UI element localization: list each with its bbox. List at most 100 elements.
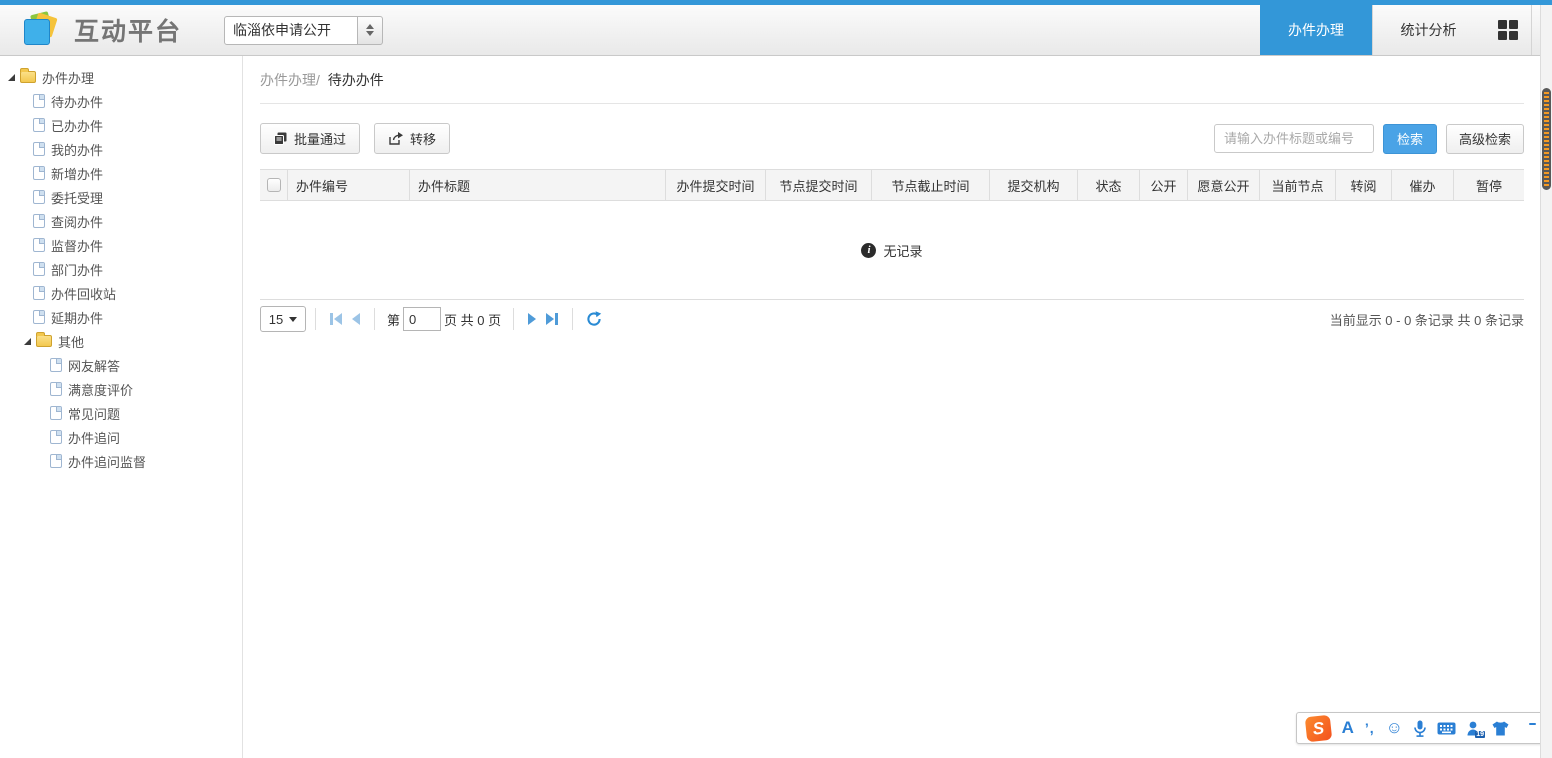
- column-header[interactable]: 转阅: [1336, 170, 1392, 200]
- keyboard-icon[interactable]: [1437, 722, 1456, 735]
- sidebar-tree: 办件办理待办办件已办办件我的办件新增办件委托受理查阅办件监督办件部门办件办件回收…: [0, 65, 242, 473]
- sidebar-item-label: 部门办件: [51, 260, 103, 279]
- column-header[interactable]: 愿意公开: [1188, 170, 1260, 200]
- column-header[interactable]: 当前节点: [1260, 170, 1336, 200]
- sidebar-item-label: 延期办件: [51, 308, 103, 327]
- tab-case-handling[interactable]: 办件办理: [1260, 5, 1372, 55]
- column-header[interactable]: 节点截止时间: [872, 170, 990, 200]
- sidebar-item[interactable]: 我的办件: [0, 137, 242, 161]
- advanced-search-button[interactable]: 高级检索: [1446, 124, 1524, 154]
- column-header[interactable]: 办件提交时间: [666, 170, 766, 200]
- column-header[interactable]: 节点提交时间: [766, 170, 872, 200]
- page-scrollbar[interactable]: [1540, 5, 1552, 758]
- document-icon: [33, 238, 45, 252]
- apps-grid-button[interactable]: [1484, 5, 1532, 55]
- sidebar-item[interactable]: 查阅办件: [0, 209, 242, 233]
- sidebar-group-label: 其他: [58, 332, 84, 351]
- punctuation-icon[interactable]: ’,: [1365, 720, 1375, 736]
- records-summary: 当前显示 0 - 0 条记录 共 0 条记录: [1330, 310, 1524, 329]
- sidebar-item-label: 办件追问: [68, 428, 120, 447]
- document-icon: [50, 382, 62, 396]
- refresh-icon: [586, 311, 602, 327]
- caret-expanded-icon[interactable]: [8, 74, 15, 81]
- tab-statistics[interactable]: 统计分析: [1372, 5, 1484, 55]
- column-header[interactable]: 办件编号: [288, 170, 410, 200]
- microphone-icon[interactable]: [1414, 720, 1426, 737]
- sidebar-item-label: 办件追问监督: [68, 452, 146, 471]
- batch-approve-button[interactable]: 批量通过: [260, 123, 360, 154]
- batch-documents-icon: [274, 132, 287, 145]
- page-prefix-label: 第: [387, 310, 400, 329]
- org-select-input[interactable]: [224, 16, 358, 45]
- document-icon: [33, 190, 45, 204]
- sidebar-item[interactable]: 监督办件: [0, 233, 242, 257]
- page-number-input[interactable]: [403, 307, 441, 331]
- transfer-button[interactable]: 转移: [374, 123, 450, 154]
- sidebar-item[interactable]: 委托受理: [0, 185, 242, 209]
- last-page-button[interactable]: [546, 313, 558, 325]
- document-icon: [33, 262, 45, 276]
- column-header[interactable]: 暂停: [1454, 170, 1524, 200]
- sidebar-item[interactable]: 已办办件: [0, 113, 242, 137]
- search-input[interactable]: [1214, 124, 1374, 153]
- search-button[interactable]: 检索: [1383, 124, 1437, 154]
- chevron-down-icon: [289, 317, 297, 322]
- column-header[interactable]: 状态: [1078, 170, 1140, 200]
- document-icon: [33, 214, 45, 228]
- document-icon: [33, 118, 45, 132]
- skin-icon[interactable]: [1492, 721, 1509, 736]
- sidebar-item[interactable]: 延期办件: [0, 305, 242, 329]
- emoji-icon[interactable]: ☺: [1386, 718, 1403, 738]
- column-header[interactable]: 催办: [1392, 170, 1454, 200]
- document-icon: [50, 358, 62, 372]
- app-title: 互动平台: [74, 12, 182, 48]
- sidebar-item[interactable]: 办件回收站: [0, 281, 242, 305]
- folder-icon: [36, 335, 52, 347]
- column-header[interactable]: 公开: [1140, 170, 1188, 200]
- org-select-stepper[interactable]: [358, 16, 383, 45]
- page-size-select[interactable]: 15: [260, 306, 306, 332]
- select-all-checkbox[interactable]: [267, 178, 281, 192]
- column-header[interactable]: 办件标题: [410, 170, 666, 200]
- breadcrumb: 办件办理/ 待办办件: [260, 70, 1524, 90]
- table-header-row: 办件编号办件标题办件提交时间节点提交时间节点截止时间提交机构状态公开愿意公开当前…: [260, 169, 1524, 201]
- sidebar-group[interactable]: 办件办理: [0, 65, 242, 89]
- sidebar-item[interactable]: 新增办件: [0, 161, 242, 185]
- sidebar-item[interactable]: 常见问题: [0, 401, 242, 425]
- sidebar-item[interactable]: 办件追问监督: [0, 449, 242, 473]
- column-header[interactable]: 提交机构: [990, 170, 1078, 200]
- breadcrumb-parent[interactable]: 办件办理/: [260, 72, 320, 88]
- sogou-logo[interactable]: S: [1304, 714, 1331, 741]
- toolbox-icon[interactable]: [1520, 720, 1536, 736]
- previous-page-button[interactable]: [352, 313, 360, 325]
- sidebar-item[interactable]: 待办办件: [0, 89, 242, 113]
- pager-separator: [513, 308, 514, 330]
- user-lexicon-icon[interactable]: 19: [1467, 721, 1481, 736]
- breadcrumb-divider: [260, 103, 1524, 104]
- sidebar-item[interactable]: 办件追问: [0, 425, 242, 449]
- scrollbar-thumb[interactable]: [1542, 88, 1551, 190]
- sidebar-item[interactable]: 满意度评价: [0, 377, 242, 401]
- english-toggle-icon[interactable]: A: [1342, 718, 1354, 738]
- sidebar-item[interactable]: 网友解答: [0, 353, 242, 377]
- app-header: 互动平台 办件办理 统计分析: [0, 5, 1552, 56]
- next-page-button[interactable]: [528, 313, 536, 325]
- action-row: 批量通过 转移 检索 高级检索: [260, 123, 1524, 154]
- document-icon: [33, 286, 45, 300]
- document-icon: [33, 166, 45, 180]
- org-combobox: [224, 16, 383, 45]
- stepper-down-icon: [366, 31, 374, 36]
- main-content: 办件办理/ 待办办件 批量通过 转移 检索 高级检索: [244, 56, 1540, 758]
- first-page-button[interactable]: [330, 313, 342, 325]
- pagination-bar: 15 第 页 共 0 页 当前显示 0 - 0 条记录 共 0 条记录: [260, 299, 1524, 338]
- top-tabs: 办件办理 统计分析: [1260, 5, 1532, 55]
- sidebar-item-label: 新增办件: [51, 164, 103, 183]
- sidebar-item[interactable]: 部门办件: [0, 257, 242, 281]
- sidebar-group[interactable]: 其他: [0, 329, 242, 353]
- page-count-label: 页 共 0 页: [444, 310, 501, 329]
- refresh-button[interactable]: [586, 311, 602, 327]
- sidebar-item-label: 已办办件: [51, 116, 103, 135]
- sidebar-item-label: 查阅办件: [51, 212, 103, 231]
- caret-expanded-icon[interactable]: [24, 338, 31, 345]
- sidebar: 办件办理待办办件已办办件我的办件新增办件委托受理查阅办件监督办件部门办件办件回收…: [0, 56, 243, 758]
